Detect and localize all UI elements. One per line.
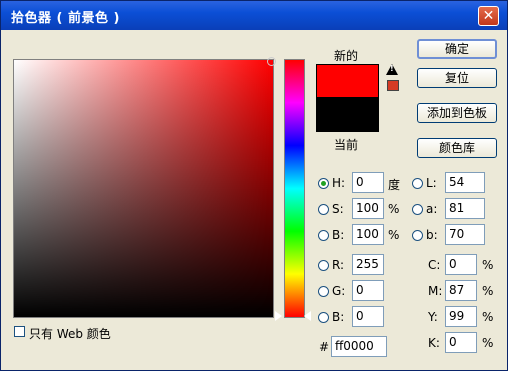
a-radio[interactable] (412, 204, 423, 215)
lab-b-label: b: (426, 228, 438, 242)
s-label: S: (332, 202, 344, 216)
c-label: C: (428, 258, 441, 272)
color-libraries-button[interactable]: 颜色库 (417, 138, 497, 158)
close-button[interactable]: ✕ (478, 6, 499, 26)
web-only-label: 只有 Web 颜色 (29, 327, 111, 341)
k-input[interactable]: 0 (445, 332, 477, 353)
web-only-checkbox[interactable] (14, 326, 25, 337)
dialog-title: 拾色器 ( 前景色 ) (11, 11, 120, 26)
color-selector-circle[interactable] (267, 57, 276, 66)
m-label: M: (428, 284, 443, 298)
ok-button[interactable]: 确定 (417, 39, 497, 59)
a-label: a: (426, 202, 438, 216)
new-color-label: 新的 (334, 49, 359, 63)
y-unit: % (482, 310, 494, 324)
h-input[interactable]: 0 (352, 172, 384, 193)
new-color-swatch (316, 64, 379, 98)
blue-radio[interactable] (318, 312, 329, 323)
r-label: R: (332, 258, 345, 272)
s-input[interactable]: 100 (352, 198, 384, 219)
h-radio[interactable] (318, 178, 329, 189)
add-to-swatches-button[interactable]: 添加到色板 (417, 103, 497, 123)
b-unit: % (388, 228, 400, 242)
y-label: Y: (428, 310, 438, 324)
gamut-warning-icon[interactable] (386, 64, 398, 75)
hue-slider-left-arrow[interactable] (275, 311, 282, 321)
s-radio[interactable] (318, 204, 329, 215)
blue-label: B: (332, 310, 345, 324)
color-picker-dialog: 拾色器 ( 前景色 ) ✕ 新的 当前 确定 复位 添加到色板 颜色库 H: 0… (0, 0, 508, 371)
g-radio[interactable] (318, 286, 329, 297)
l-input[interactable]: 54 (445, 172, 485, 193)
brightness-input[interactable]: 100 (352, 224, 384, 245)
k-unit: % (482, 336, 494, 350)
title-bar: 拾色器 ( 前景色 ) ✕ (1, 1, 507, 30)
k-label: K: (428, 336, 440, 350)
g-input[interactable]: 0 (352, 280, 384, 301)
gamut-color-swatch[interactable] (387, 80, 399, 91)
b-label: B: (332, 228, 345, 242)
a-input[interactable]: 81 (445, 198, 485, 219)
hue-slider[interactable] (284, 59, 305, 318)
y-input[interactable]: 99 (445, 306, 477, 327)
current-color-swatch[interactable] (316, 97, 379, 132)
hue-slider-right-arrow[interactable] (304, 311, 311, 321)
hex-input[interactable]: ff0000 (331, 336, 387, 357)
g-label: G: (332, 284, 346, 298)
hex-label: # (319, 340, 330, 354)
lab-b-radio[interactable] (412, 230, 423, 241)
l-radio[interactable] (412, 178, 423, 189)
c-input[interactable]: 0 (445, 254, 477, 275)
reset-button[interactable]: 复位 (417, 68, 497, 88)
lab-b-input[interactable]: 70 (445, 224, 485, 245)
b-radio[interactable] (318, 230, 329, 241)
m-unit: % (482, 284, 494, 298)
current-color-label: 当前 (334, 138, 359, 152)
c-unit: % (482, 258, 494, 272)
blue-input[interactable]: 0 (352, 306, 384, 327)
m-input[interactable]: 87 (445, 280, 477, 301)
r-input[interactable]: 255 (352, 254, 384, 275)
r-radio[interactable] (318, 260, 329, 271)
s-unit: % (388, 202, 400, 216)
l-label: L: (426, 176, 437, 190)
h-unit: 度 (388, 178, 401, 192)
h-label: H: (332, 176, 346, 190)
saturation-brightness-field[interactable] (13, 57, 276, 318)
